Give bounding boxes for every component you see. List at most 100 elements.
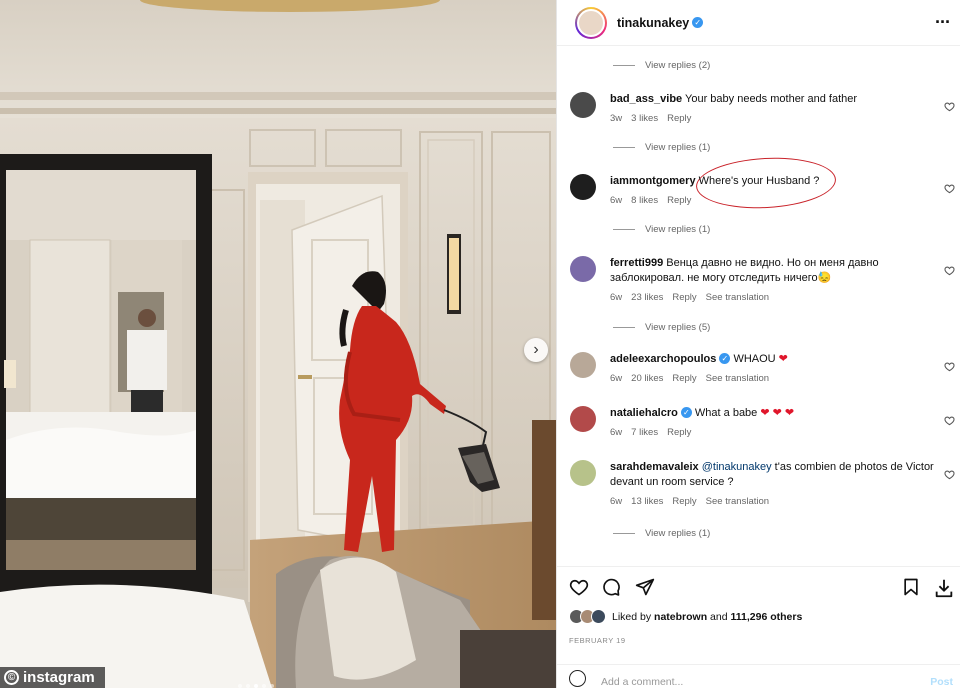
comment-likes[interactable]: 8 likes xyxy=(631,195,658,206)
verified-badge-icon: ✓ xyxy=(719,353,731,364)
commenter-avatar[interactable] xyxy=(570,406,596,432)
save-bookmark-icon[interactable] xyxy=(901,577,921,597)
comment-meta: 6w 7 likes Reply xyxy=(610,425,935,440)
comment-meta: 6w 13 likes Reply See translation xyxy=(610,494,935,509)
author-username[interactable]: tinakunakey xyxy=(617,16,689,30)
comment-body: nataliehalcro ✓ What a babe ❤ ❤ ❤ 6w 7 like… xyxy=(610,406,935,440)
comment-likes[interactable]: 20 likes xyxy=(631,373,663,384)
view-replies-link[interactable]: View replies (1) xyxy=(613,528,710,539)
post-side-panel: tinakunakey ✓ ··· View replies (2) bad_as… xyxy=(556,0,960,688)
red-heart-emoji: ❤ ❤ ❤ xyxy=(757,407,795,419)
post-photo: › © instagram xyxy=(0,0,556,688)
view-replies-line xyxy=(613,533,635,534)
comment-likes[interactable]: 3 likes xyxy=(631,113,658,124)
watermark-label: instagram xyxy=(23,669,95,686)
comment-text: What a babe xyxy=(694,407,758,419)
comment-body: iammontgomery Where's your Husband ? 6w 8 … xyxy=(610,174,935,208)
likes-summary: Liked by natebrown and 111,296 others xyxy=(569,609,802,624)
view-replies-link[interactable]: View replies (5) xyxy=(613,322,710,333)
commenter-avatar[interactable] xyxy=(570,352,596,378)
comment-username[interactable]: sarahdemavaleix xyxy=(610,461,699,473)
reply-button[interactable]: Reply xyxy=(672,292,696,303)
post-header: tinakunakey ✓ ··· xyxy=(557,0,960,46)
comment-username[interactable]: nataliehalcro xyxy=(610,407,678,419)
verified-badge-icon: ✓ xyxy=(680,407,692,418)
comment-username[interactable]: bad_ass_vibe xyxy=(610,93,682,105)
comment-username[interactable]: ferretti999 xyxy=(610,257,663,269)
comment-thread: View replies (2) bad_ass_vibe Your baby n… xyxy=(557,46,960,566)
see-translation-button[interactable]: See translation xyxy=(706,496,769,507)
add-comment-bar: Add a comment... Post xyxy=(557,664,960,688)
comment-likes[interactable]: 7 likes xyxy=(631,427,658,438)
comment-icon[interactable] xyxy=(601,577,621,597)
instagram-watermark: © instagram xyxy=(0,667,105,688)
author-avatar[interactable] xyxy=(575,6,607,39)
comment-likes[interactable]: 13 likes xyxy=(631,496,663,507)
view-replies-link[interactable]: View replies (1) xyxy=(613,142,710,153)
action-bar xyxy=(557,566,960,606)
copyright-icon: © xyxy=(4,670,19,685)
see-translation-button[interactable]: See translation xyxy=(706,373,769,384)
comment-row: iammontgomery Where's your Husband ? 6w 8 … xyxy=(557,174,960,208)
comment-age: 6w xyxy=(610,292,623,303)
reply-button[interactable]: Reply xyxy=(667,427,691,438)
comment-like-heart-icon[interactable] xyxy=(944,183,955,194)
comment-meta: 3w 3 likes Reply xyxy=(610,111,935,126)
reply-button[interactable]: Reply xyxy=(672,373,696,384)
red-heart-emoji: ❤ xyxy=(775,353,788,365)
reply-button[interactable]: Reply xyxy=(667,113,691,124)
comment-body: sarahdemavaleix @tinakunakey t'as combie… xyxy=(610,460,935,509)
liked-by-user[interactable]: natebrown xyxy=(654,611,707,623)
reply-button[interactable]: Reply xyxy=(667,195,691,206)
liked-by-and: and xyxy=(710,610,728,623)
comment-row: bad_ass_vibe Your baby needs mother and … xyxy=(557,92,960,126)
view-replies-line xyxy=(613,327,635,328)
carousel-dot xyxy=(262,684,266,688)
bedroom-scene-image xyxy=(0,0,556,688)
reply-button[interactable]: Reply xyxy=(672,496,696,507)
view-replies-label[interactable]: View replies (1) xyxy=(645,142,710,153)
view-replies-link[interactable]: View replies (1) xyxy=(613,224,710,235)
comment-row: ferretti999 Венца давно не видно. Но он … xyxy=(557,256,960,306)
comment-mention[interactable]: @tinakunakey xyxy=(702,461,775,473)
comment-like-heart-icon[interactable] xyxy=(944,361,955,372)
post-comment-button[interactable]: Post xyxy=(930,676,953,688)
verified-badge-icon: ✓ xyxy=(692,17,704,28)
carousel-dot xyxy=(238,684,242,688)
share-send-icon[interactable] xyxy=(635,577,655,597)
comment-like-heart-icon[interactable] xyxy=(944,265,955,276)
comment-age: 6w xyxy=(610,496,623,507)
likes-count[interactable]: 111,296 others xyxy=(731,611,803,623)
view-replies-label[interactable]: View replies (5) xyxy=(645,322,710,333)
comment-meta: 6w 20 likes Reply See translation xyxy=(610,371,935,386)
see-translation-button[interactable]: See translation xyxy=(706,292,769,303)
comment-like-heart-icon[interactable] xyxy=(944,469,955,480)
download-icon[interactable] xyxy=(933,577,955,599)
carousel-dot xyxy=(254,684,258,688)
emoji-icon[interactable] xyxy=(569,670,586,687)
comment-like-heart-icon[interactable] xyxy=(944,415,955,426)
carousel-dot xyxy=(270,684,274,688)
more-options-icon[interactable]: ··· xyxy=(935,12,951,33)
comment-username[interactable]: iammontgomery xyxy=(610,175,696,187)
carousel-dot xyxy=(246,684,250,688)
commenter-avatar[interactable] xyxy=(570,256,596,282)
view-replies-label[interactable]: View replies (2) xyxy=(645,60,710,71)
like-heart-icon[interactable] xyxy=(569,577,589,597)
comment-body: adeleexarchopoulos ✓ WHAOU ❤ 6w 20 likes Rep… xyxy=(610,352,935,386)
comment-likes[interactable]: 23 likes xyxy=(631,292,663,303)
comment-body: bad_ass_vibe Your baby needs mother and … xyxy=(610,92,935,126)
carousel-next-button[interactable]: › xyxy=(524,338,548,362)
view-replies-label[interactable]: View replies (1) xyxy=(645,528,710,539)
comment-age: 6w xyxy=(610,427,623,438)
comment-like-heart-icon[interactable] xyxy=(944,101,955,112)
commenter-avatar[interactable] xyxy=(570,460,596,486)
view-replies-link[interactable]: View replies (2) xyxy=(613,60,710,71)
commenter-avatar[interactable] xyxy=(570,92,596,118)
comment-username[interactable]: adeleexarchopoulos xyxy=(610,353,716,365)
add-comment-input[interactable]: Add a comment... xyxy=(601,676,683,688)
commenter-avatar[interactable] xyxy=(570,174,596,200)
view-replies-label[interactable]: View replies (1) xyxy=(645,224,710,235)
comment-meta: 6w 23 likes Reply See translation xyxy=(610,290,935,305)
comment-age: 6w xyxy=(610,373,623,384)
